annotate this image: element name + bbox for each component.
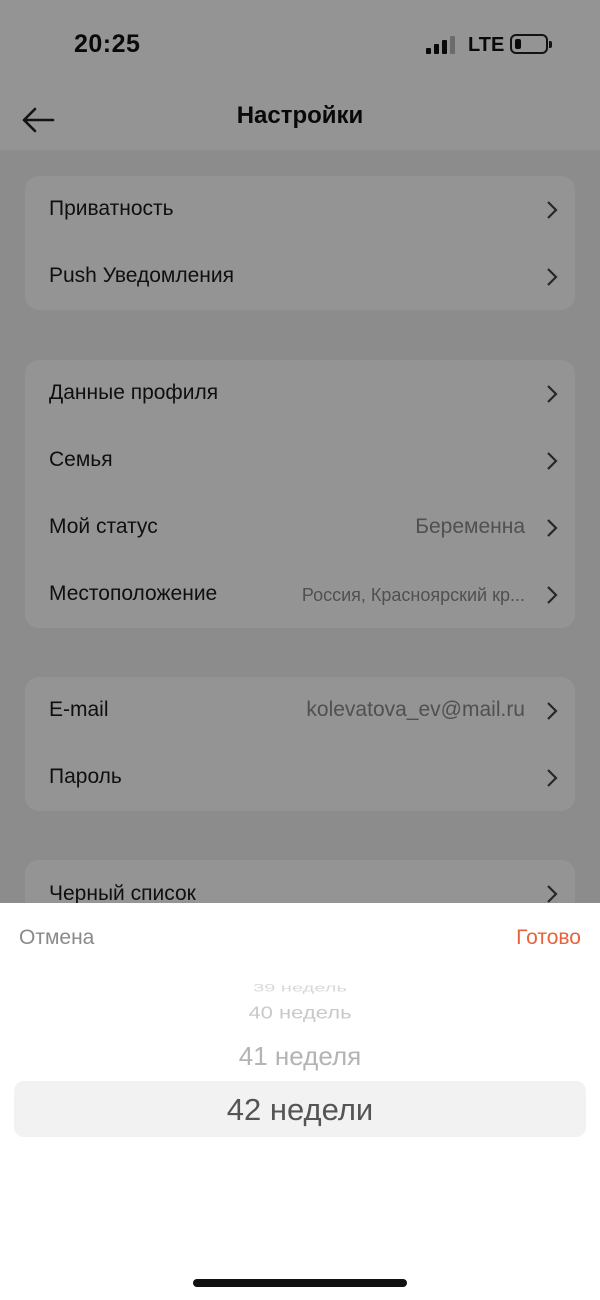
picker-option[interactable]: 41 неделя (0, 1041, 600, 1072)
done-button[interactable]: Готово (516, 926, 581, 950)
picker-selected-option[interactable]: 42 недели (0, 1092, 600, 1128)
picker-option[interactable]: 39 недель (0, 983, 600, 995)
picker-option[interactable]: 40 недель (0, 1003, 600, 1024)
home-indicator[interactable] (193, 1279, 407, 1287)
week-picker-sheet: Отмена Готово 39 недель 40 недель 41 нед… (0, 903, 600, 1300)
cancel-button[interactable]: Отмена (19, 926, 94, 950)
